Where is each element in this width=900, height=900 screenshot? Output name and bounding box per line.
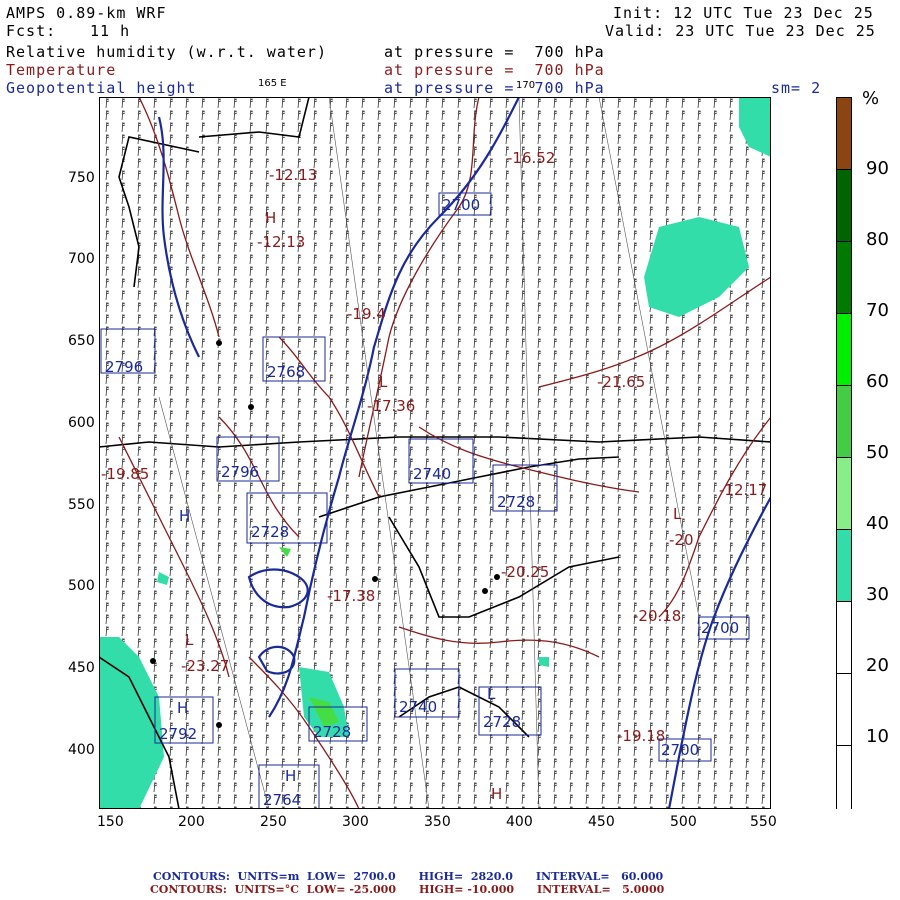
valid-time: Valid: 23 UTC Tue 23 Dec 25 [605, 22, 876, 40]
y-tick-400: 400 [68, 742, 95, 758]
colorbar-label-40: 40 [866, 513, 889, 534]
colorbar-label-60: 60 [866, 371, 889, 392]
x-tick-250: 250 [260, 814, 287, 830]
model-title: AMPS 0.89-km WRF [6, 4, 167, 22]
y-tick-550: 550 [68, 497, 95, 513]
field-3-name: Geopotential height [6, 79, 197, 97]
footer-height-contours: CONTOURS: UNITS=m LOW= 2700.0 HIGH= 2820… [153, 870, 664, 883]
colorbar-seg-80 [837, 170, 851, 242]
colorbar-seg-40 [837, 458, 851, 530]
lon-165-label: 165 E [258, 78, 287, 89]
colorbar-seg-90 [837, 98, 851, 170]
field-3-level: at pressure = 700 hPa [384, 79, 605, 97]
colorbar-seg-30 [837, 530, 851, 602]
field-2-level: at pressure = 700 hPa [384, 61, 605, 79]
colorbar-label-80: 80 [866, 229, 889, 250]
y-tick-600: 600 [68, 415, 95, 431]
x-tick-350: 350 [424, 814, 451, 830]
field-1-name: Relative humidity (w.r.t. water) [6, 43, 327, 61]
x-tick-450: 450 [588, 814, 615, 830]
colorbar-seg-50 [837, 386, 851, 458]
smoothing-label: sm= 2 [771, 79, 822, 97]
footer-temp-contours: CONTOURS: UNITS=°C LOW= -25.000 HIGH= -1… [150, 883, 665, 896]
y-tick-650: 650 [68, 333, 95, 349]
colorbar-label-70: 70 [866, 300, 889, 321]
colorbar-label-20: 20 [866, 655, 889, 676]
forecast-value: 11 h [90, 22, 131, 40]
y-tick-700: 700 [68, 251, 95, 267]
colorbar-label-10: 10 [866, 726, 889, 747]
colorbar-label-90: 90 [866, 158, 889, 179]
colorbar-seg-10 [837, 674, 851, 746]
field-1-level: at pressure = 700 hPa [384, 43, 605, 61]
colorbar-seg-0 [837, 746, 851, 816]
x-tick-400: 400 [506, 814, 533, 830]
colorbar-seg-70 [837, 242, 851, 314]
colorbar-label-50: 50 [866, 442, 889, 463]
x-tick-150: 150 [97, 814, 124, 830]
y-tick-500: 500 [68, 578, 95, 594]
x-tick-300: 300 [342, 814, 369, 830]
plot-frame [99, 97, 771, 809]
init-time: Init: 12 UTC Tue 23 Dec 25 [613, 4, 874, 22]
colorbar-unit: % [862, 88, 880, 109]
colorbar [836, 97, 852, 816]
colorbar-label-30: 30 [866, 584, 889, 605]
y-tick-450: 450 [68, 660, 95, 676]
y-tick-750: 750 [68, 170, 95, 186]
colorbar-seg-20 [837, 602, 851, 674]
x-tick-500: 500 [670, 814, 697, 830]
x-tick-200: 200 [178, 814, 205, 830]
lon-170-label: 170 [516, 80, 536, 91]
colorbar-seg-60 [837, 314, 851, 386]
x-tick-550: 550 [750, 814, 777, 830]
forecast-label: Fcst: [6, 22, 57, 40]
field-2-name: Temperature [6, 61, 117, 79]
